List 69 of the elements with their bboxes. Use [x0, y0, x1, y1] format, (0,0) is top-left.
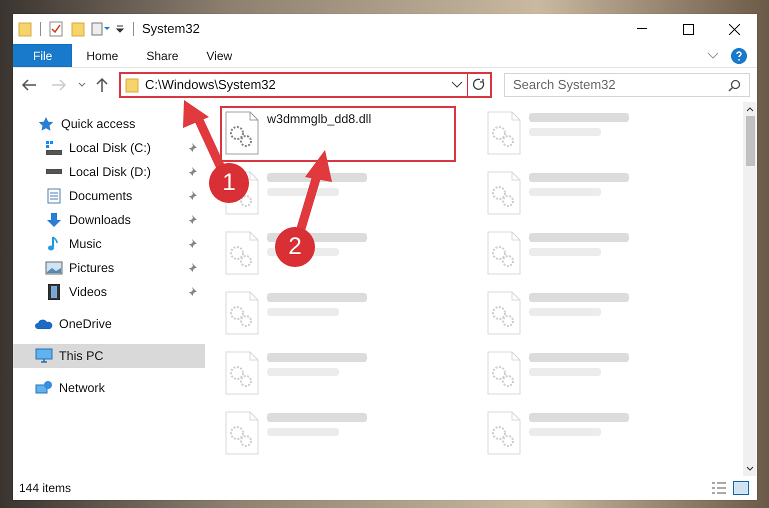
up-arrow-icon[interactable] [95, 77, 109, 93]
window-title: System32 [142, 20, 200, 38]
checklist-icon[interactable] [49, 21, 63, 37]
address-path: C:\Windows\System32 [145, 76, 276, 94]
nav-pane-item[interactable]: Local Disk (C:) [69, 138, 151, 158]
scrollbar-thumb[interactable] [746, 116, 754, 166]
chevron-down-icon[interactable] [451, 81, 463, 89]
minimize-icon [637, 28, 647, 30]
pin-icon[interactable] [187, 263, 197, 273]
pin-icon[interactable] [187, 215, 197, 225]
chevron-down-icon[interactable] [77, 81, 87, 89]
pin-icon[interactable] [187, 167, 197, 177]
picture-icon [45, 260, 63, 276]
monitor-icon [35, 348, 53, 364]
search-input[interactable]: Search System32 [513, 75, 728, 95]
dll-file-icon [486, 351, 520, 395]
document-icon [45, 188, 63, 204]
highlighted-file-tile[interactable]: w3dmmglb_dd8.dll [220, 106, 456, 162]
close-icon [728, 24, 740, 34]
maximize-icon [682, 24, 694, 34]
drive-icon [45, 140, 63, 156]
ribbon-tab[interactable]: View [192, 44, 246, 67]
folder-icon [125, 77, 139, 93]
pin-icon[interactable] [187, 143, 197, 153]
scrollbar[interactable] [743, 102, 757, 476]
status-item-count: 144 items [19, 480, 72, 497]
download-arrow-icon [45, 212, 63, 228]
dll-file-icon [486, 111, 520, 155]
back-arrow-icon[interactable] [21, 78, 37, 92]
nav-pane-item[interactable]: Local Disk (D:) [69, 162, 151, 182]
nav-pane-item[interactable]: Downloads [69, 210, 131, 230]
search-field[interactable]: Search System32 [504, 73, 750, 97]
dll-file-icon [225, 351, 259, 395]
nav-pane-item[interactable]: Videos [69, 282, 107, 302]
pin-icon[interactable] [187, 239, 197, 249]
address-field[interactable]: C:\Windows\System32 [119, 72, 492, 98]
nav-pane-item[interactable]: Pictures [69, 258, 114, 278]
refresh-icon[interactable] [472, 78, 486, 92]
film-icon [45, 284, 63, 300]
ribbon-tab[interactable]: Share [132, 44, 192, 67]
network-icon [35, 380, 53, 396]
nav-pane-item[interactable]: Documents [69, 186, 132, 206]
dll-file-icon [486, 411, 520, 455]
nav-pane-item[interactable]: Music [69, 234, 102, 254]
star-icon [37, 116, 55, 132]
nav-pane-item[interactable]: OneDrive [59, 314, 112, 334]
dll-file-icon [486, 291, 520, 335]
dll-file-icon [225, 411, 259, 455]
dll-file-icon [486, 231, 520, 275]
dropdown-arrow-icon[interactable] [115, 24, 125, 34]
search-icon[interactable] [728, 78, 741, 92]
dll-file-icon [225, 231, 259, 275]
nav-pane-item[interactable]: Network [59, 378, 105, 398]
pin-icon[interactable] [187, 191, 197, 201]
help-icon[interactable] [731, 48, 747, 64]
details-view-icon[interactable] [711, 482, 727, 494]
ribbon-tab[interactable]: Home [72, 44, 132, 67]
ribbon-tab[interactable]: File [13, 44, 72, 67]
properties-icon[interactable] [91, 21, 111, 37]
nav-pane-item[interactable]: Quick access [61, 114, 136, 134]
pin-icon[interactable] [187, 287, 197, 297]
selected-nav-row[interactable]: This PC [13, 344, 205, 368]
large-icons-view-icon[interactable] [733, 481, 749, 495]
dll-file-icon [486, 171, 520, 215]
drive-icon [45, 169, 63, 175]
nav-pane-item[interactable]: This PC [59, 346, 104, 366]
dll-file-icon [225, 111, 259, 155]
dll-file-icon [225, 291, 259, 335]
file-name: w3dmmglb_dd8.dll [267, 111, 372, 127]
